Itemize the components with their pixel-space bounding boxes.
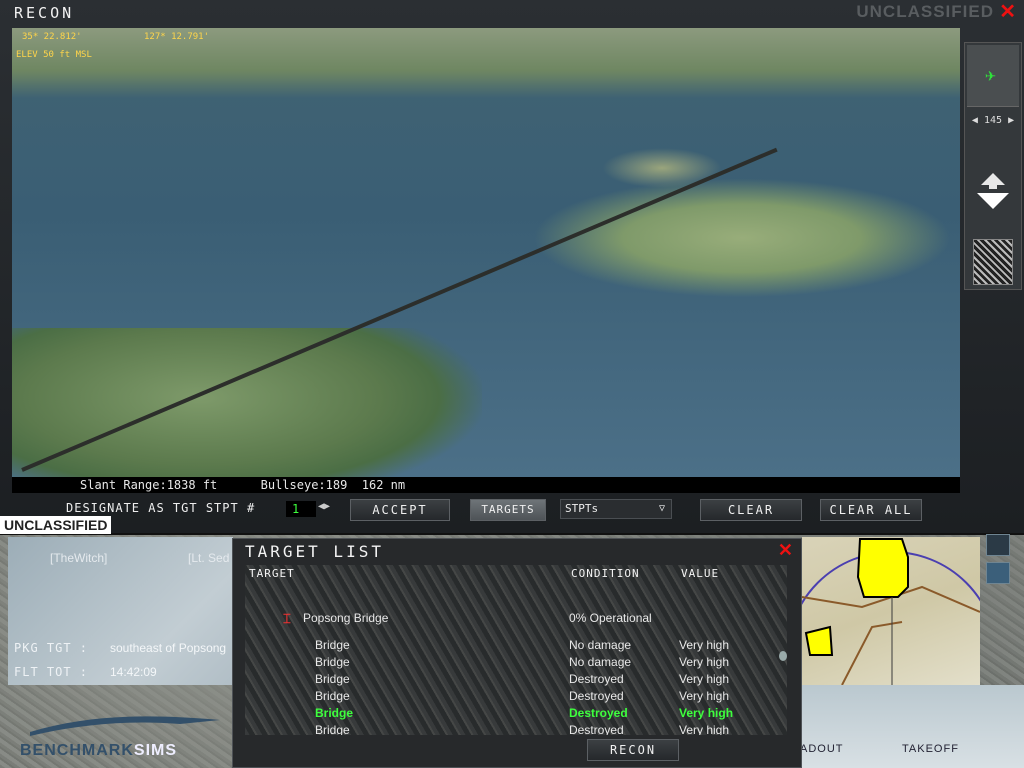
stpt-number-field[interactable]: 1 <box>286 501 316 517</box>
aircraft-icon: ✈ <box>985 65 996 86</box>
table-row[interactable]: Bridge Destroyed Very high <box>245 723 787 735</box>
heading-right-arrow-icon[interactable]: ▶ <box>1008 115 1014 126</box>
target-name: Bridge <box>315 723 350 735</box>
slant-range-readout: Slant Range:1838 ft Bullseye:189 162 nm <box>12 477 960 493</box>
target-name: Bridge <box>315 672 350 686</box>
target-condition: Destroyed <box>569 672 624 686</box>
target-condition: Destroyed <box>569 723 624 735</box>
zoom-arrows-icon[interactable] <box>973 171 1013 211</box>
target-condition: No damage <box>569 638 632 652</box>
target-value: Very high <box>679 672 730 686</box>
recon-window: RECON UNCLASSIFIED ✕ 35* 22.812' 127* 12… <box>0 0 1024 535</box>
target-marker-icon: ⌶ <box>283 611 291 626</box>
loadout-button[interactable]: ADOUT <box>800 743 844 755</box>
target-value: Very high <box>679 689 730 703</box>
target-name: Bridge <box>315 706 354 720</box>
table-row[interactable]: Bridge No damage Very high <box>245 638 787 655</box>
target-name: Bridge <box>315 689 350 703</box>
nav-panel: ✈ ◀ 145 ▶ <box>964 42 1022 290</box>
target-list-title: TARGET LIST <box>245 542 384 561</box>
chevron-down-icon: ▽ <box>658 503 665 514</box>
stpts-dropdown-value: STPTs <box>565 502 599 515</box>
pkg-tgt-value: southeast of Popsong <box>110 641 227 655</box>
table-row[interactable]: Bridge Destroyed Very high <box>245 672 787 689</box>
column-header-condition[interactable]: CONDITION <box>571 567 640 580</box>
accept-button[interactable]: ACCEPT <box>350 499 450 521</box>
table-row[interactable]: Bridge Destroyed Very high <box>245 689 787 706</box>
island-west <box>12 328 482 493</box>
weather-icon[interactable] <box>986 562 1010 584</box>
unclassified-label-top: UNCLASSIFIED <box>856 2 994 21</box>
map-thumbnail[interactable] <box>973 239 1013 285</box>
targets-button[interactable]: TARGETS <box>470 499 546 521</box>
flt-tot-label: FLT TOT : <box>14 665 89 679</box>
stpt-next-icon[interactable]: ▶ <box>324 501 330 512</box>
table-row[interactable]: ⌶ Popsong Bridge 0% Operational <box>245 611 787 628</box>
clear-button[interactable]: CLEAR <box>700 499 802 521</box>
table-row-selected[interactable]: Bridge Destroyed Very high <box>245 706 787 723</box>
target-name: Bridge <box>315 655 350 669</box>
recon-button[interactable]: RECON <box>587 739 679 761</box>
bottom-right-panel: ADOUT TAKEOFF <box>780 685 1024 768</box>
takeoff-button[interactable]: TAKEOFF <box>902 743 959 755</box>
mission-map[interactable] <box>802 537 980 685</box>
target-list-window: TARGET LIST ✕ TARGET CONDITION VALUE ⌶ P… <box>232 538 802 768</box>
layers-icon[interactable] <box>986 534 1010 556</box>
recon-title: RECON <box>14 4 75 22</box>
target-value: Very high <box>679 706 734 720</box>
hud-latitude: 35* 22.812' <box>22 32 82 42</box>
unclassified-banner: UNCLASSIFIED <box>0 516 112 534</box>
recon-3d-view[interactable]: 35* 22.812' 127* 12.791' ELEV 50 ft MSL <box>12 28 960 493</box>
scrollbar-handle[interactable] <box>779 651 787 661</box>
hud-elevation: ELEV 50 ft MSL <box>16 50 92 60</box>
briefing-panel: [TheWitch] [Lt. Sed PKG TGT : southeast … <box>8 537 233 685</box>
column-header-target[interactable]: TARGET <box>249 567 295 580</box>
close-icon[interactable]: ✕ <box>999 2 1016 22</box>
column-header-value[interactable]: VALUE <box>681 567 719 580</box>
close-icon[interactable]: ✕ <box>778 541 793 559</box>
target-value: Very high <box>679 655 730 669</box>
heading-left-arrow-icon[interactable]: ◀ <box>972 115 978 126</box>
target-condition: Destroyed <box>569 689 624 703</box>
logo-swoosh-icon <box>30 716 220 736</box>
hud-longitude: 127* 12.791' <box>144 32 210 42</box>
target-list[interactable]: TARGET CONDITION VALUE ⌶ Popsong Bridge … <box>245 565 787 735</box>
target-name: Bridge <box>315 638 350 652</box>
heading-readout: ◀ 145 ▶ <box>965 115 1021 126</box>
pilot-callsign-2: [Lt. Sed <box>188 551 230 565</box>
heading-value: 145 <box>983 115 1003 126</box>
pilot-callsign-1: [TheWitch] <box>50 551 108 565</box>
stpt-stepper[interactable]: ◀▶ <box>318 501 330 512</box>
target-name: Popsong Bridge <box>303 611 389 625</box>
designate-label: DESIGNATE AS TGT STPT # <box>66 501 256 515</box>
flt-tot-value: 14:42:09 <box>110 665 157 679</box>
benchmark-sims-logo: BENCHMARKSIMS <box>20 742 178 759</box>
target-condition: Destroyed <box>569 706 628 720</box>
clear-all-button[interactable]: CLEAR ALL <box>820 499 922 521</box>
stpts-dropdown[interactable]: STPTs ▽ <box>560 499 672 519</box>
target-value: Very high <box>679 723 730 735</box>
compass-view[interactable]: ✈ <box>967 45 1019 107</box>
target-value: Very high <box>679 638 730 652</box>
pkg-tgt-label: PKG TGT : <box>14 641 89 655</box>
target-condition: 0% Operational <box>569 611 652 625</box>
target-condition: No damage <box>569 655 632 669</box>
island-east <box>532 178 952 298</box>
map-overlay <box>802 538 980 685</box>
table-row[interactable]: Bridge No damage Very high <box>245 655 787 672</box>
